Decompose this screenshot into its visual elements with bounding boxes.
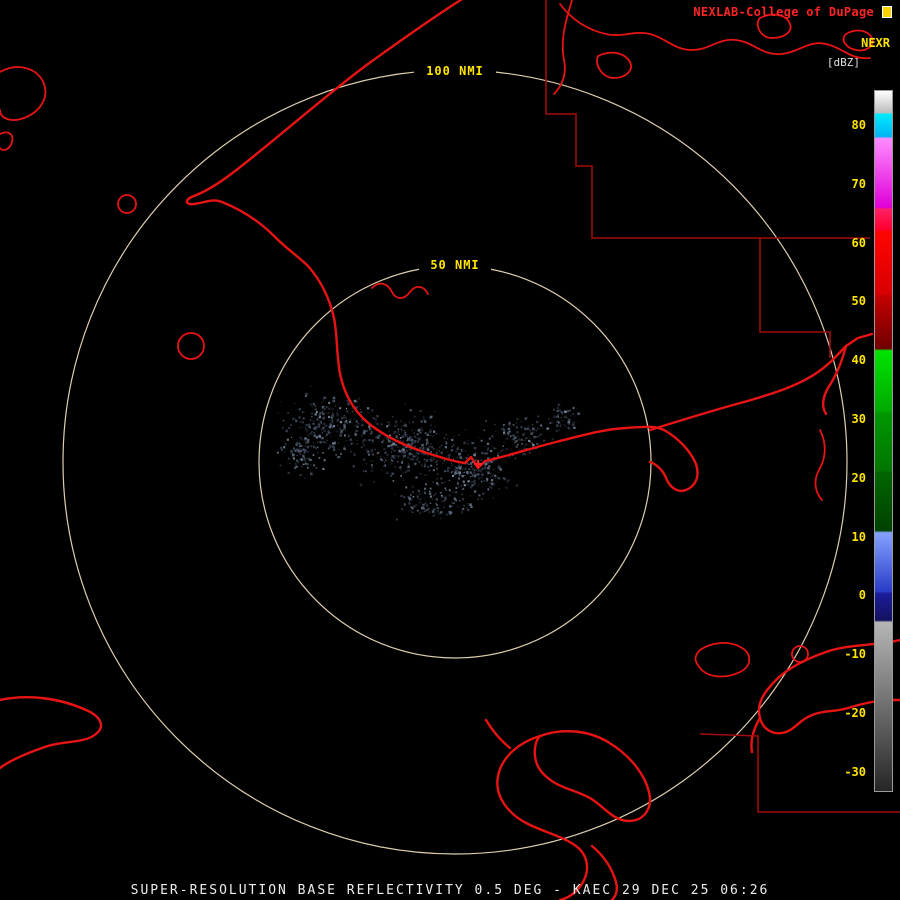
west-edge-islands [0, 67, 45, 150]
nexlab-logo-icon [882, 6, 892, 18]
radar-map-canvas [0, 0, 900, 900]
range-ring-label-50nmi: 50 NMI [419, 258, 491, 272]
southeast-island [696, 643, 750, 677]
colorbar-units: [dBZ] [827, 56, 860, 69]
product-status-line: SUPER-RESOLUTION BASE REFLECTIVITY 0.5 D… [0, 883, 900, 898]
colorbar-tick-40: 40 [830, 353, 866, 367]
radar-display: 100 NMI 50 NMI NEXLAB-College of DuPage … [0, 0, 900, 900]
inlet-squiggle [372, 284, 428, 298]
colorbar-tick-60: 60 [830, 236, 866, 250]
border-steps-east [760, 238, 830, 358]
east-river [815, 430, 824, 500]
colorbar-tick--20: -20 [830, 706, 866, 720]
border-steps-southeast [700, 734, 900, 812]
colorbar-tick-50: 50 [830, 294, 866, 308]
colorbar-tick--10: -10 [830, 647, 866, 661]
colorbar-tick-0: 0 [830, 588, 866, 602]
colorbar-title: NEXR [861, 36, 890, 50]
south-lake [486, 720, 650, 900]
colorbar-tick-30: 30 [830, 412, 866, 426]
island-ring-medium [178, 333, 204, 359]
island-ring-small [118, 195, 136, 213]
coastline-layer [0, 0, 900, 900]
nexlab-brand: NEXLAB-College of DuPage [693, 5, 874, 19]
colorbar-tick-20: 20 [830, 471, 866, 485]
colorbar-tick--30: -30 [830, 765, 866, 779]
range-ring-label-100nmi: 100 NMI [414, 64, 496, 78]
border-steps-north [546, 0, 870, 238]
southwest-peninsula [0, 697, 101, 768]
reflectivity-colorbar [874, 90, 893, 792]
colorbar-tick-80: 80 [830, 118, 866, 132]
colorbar-tick-70: 70 [830, 177, 866, 191]
colorbar-tick-10: 10 [830, 530, 866, 544]
